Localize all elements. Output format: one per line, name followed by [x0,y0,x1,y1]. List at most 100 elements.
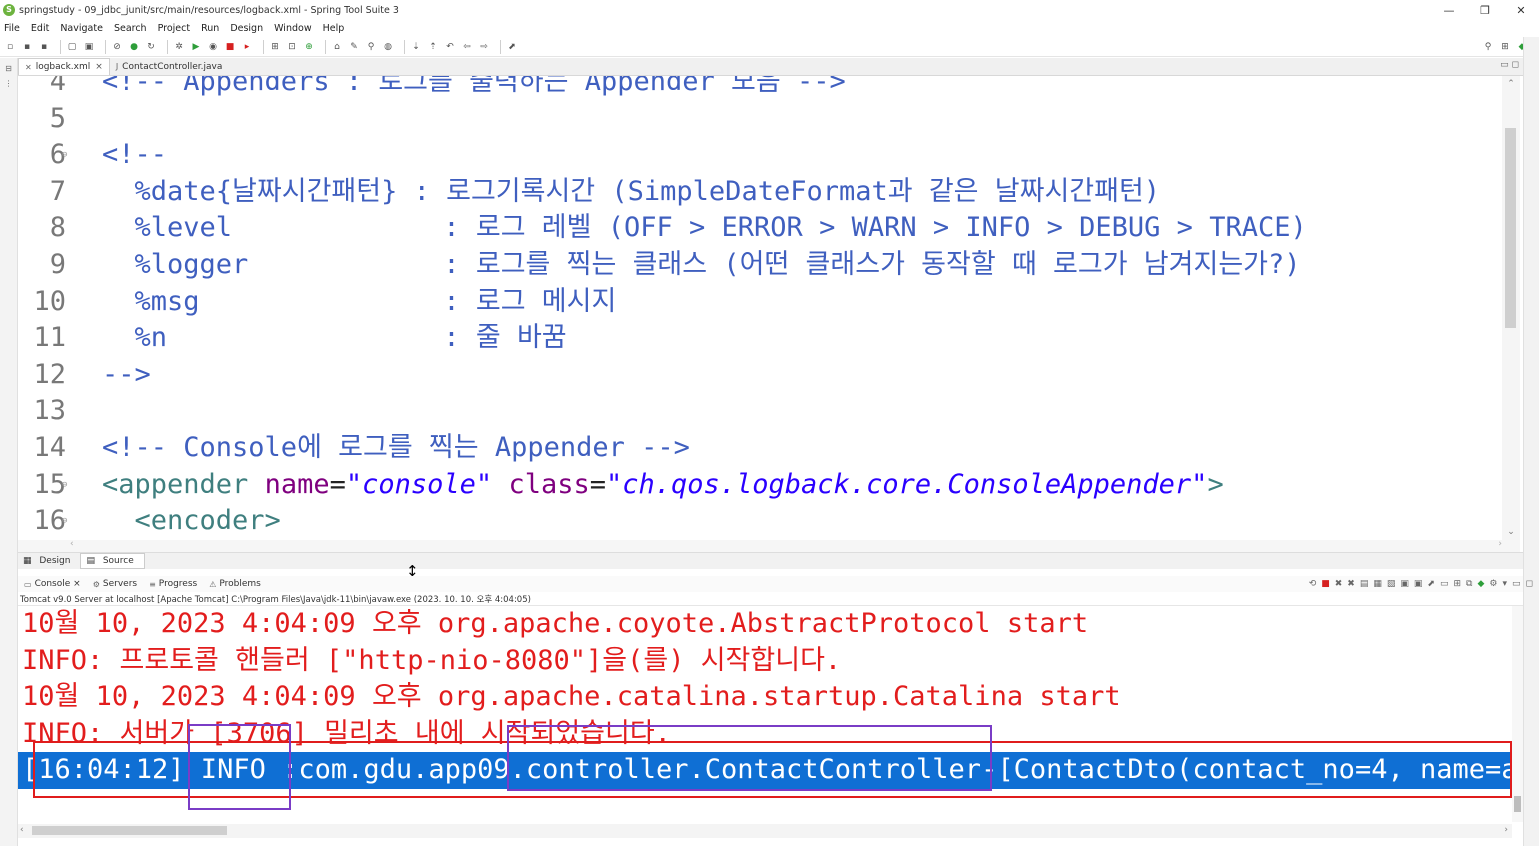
skip-breakpoints-icon[interactable]: ⊘ [111,41,123,53]
pin-editor-icon[interactable]: ⬈ [506,41,518,53]
spring-boot-icon[interactable]: ● [128,41,140,53]
code-line[interactable]: 8 %level : 로그 레벨 (OFF > ERROR > WARN > I… [18,210,1508,247]
scroll-lock-icon[interactable]: ▦ [1373,579,1382,589]
next-annotation-icon[interactable]: ⇣ [410,41,422,53]
tab-logback-xml[interactable]: ✕ logback.xml × [18,58,110,75]
new-package-icon[interactable]: ⊡ [286,41,298,53]
menu-window[interactable]: Window [274,23,311,34]
spring-icon[interactable]: ◆ [1477,579,1484,589]
search-toolbar-icon[interactable]: ⚲ [365,41,377,53]
fold-toggle-icon[interactable]: ⊖ [62,467,67,504]
remove-all-icon[interactable]: ✖ [1347,579,1355,589]
run-icon[interactable]: ▶ [190,41,202,53]
package-explorer-icon[interactable]: ⋮ [0,79,17,88]
tab-contact-controller[interactable]: J ContactController.java [110,58,229,75]
scroll-left-icon[interactable]: ‹ [20,825,24,835]
settings-icon[interactable]: ⚙ [1489,579,1497,589]
forward-icon[interactable]: ⇨ [478,41,490,53]
reconnect-icon[interactable]: ⟲ [1309,579,1317,589]
scrollbar-thumb[interactable] [1514,796,1521,812]
last-edit-icon[interactable]: ↶ [444,41,456,53]
back-icon[interactable]: ⇦ [461,41,473,53]
coverage-icon[interactable]: ◉ [207,41,219,53]
xml-source-editor[interactable]: 4 <!-- Appenders : 로그를 출력하는 Appender 모음 -… [18,76,1520,540]
tab-design[interactable]: ▦ Design [18,553,80,569]
remove-launch-icon[interactable]: ✖ [1335,579,1343,589]
pin-console-icon[interactable]: ⬈ [1427,579,1435,589]
new-class-icon[interactable]: ⊕ [303,41,315,53]
terminate-icon[interactable]: ■ [1321,579,1330,589]
close-console-icon[interactable]: × [73,579,81,589]
open-task-icon[interactable]: ✎ [348,41,360,53]
menu-design[interactable]: Design [230,23,263,34]
scrollbar-thumb[interactable] [32,826,227,835]
console-line[interactable]: INFO: 프로토콜 핸들러 ["http-nio-8080"]을(를) 시작합… [22,643,841,680]
code-line[interactable]: 4 <!-- Appenders : 로그를 출력하는 Appender 모음 -… [18,76,1508,101]
console-line[interactable]: 10월 10, 2023 4:04:09 오후 org.apache.coyot… [22,606,1088,643]
show-stderr-icon[interactable]: ▣ [1414,579,1423,589]
terminal-icon[interactable]: ▣ [83,41,95,53]
tab-progress[interactable]: ≡ Progress [143,579,203,589]
properties-icon[interactable]: ▢ [66,41,78,53]
save-icon[interactable]: ▪ [21,41,33,53]
fold-toggle-icon[interactable]: ⊖ [62,503,67,540]
code-line[interactable]: 12 --> [18,357,1508,394]
console-line[interactable]: 10월 10, 2023 4:04:09 오후 org.apache.catal… [22,679,1121,716]
editor-horizontal-scrollbar[interactable]: ‹ › [18,539,1520,552]
copy-icon[interactable]: ⧉ [1466,579,1472,589]
code-line[interactable]: 9 %logger : 로그를 찍는 클래스 (어떤 클래스가 동작할 때 로그… [18,247,1508,284]
show-stdout-icon[interactable]: ▣ [1400,579,1409,589]
open-console-icon[interactable]: ⊞ [1453,579,1461,589]
minimize-button[interactable]: — [1431,0,1467,20]
menu-help[interactable]: Help [323,23,345,34]
menu-file[interactable]: File [4,23,20,34]
view-menu-icon[interactable]: ▾ [1502,579,1507,589]
new-icon[interactable]: ▫ [4,41,16,53]
code-line[interactable]: 13 [18,393,1508,430]
code-line[interactable]: 11 %n : 줄 바꿈 [18,320,1508,357]
tab-source[interactable]: ▤ Source [80,553,145,569]
debug-icon[interactable]: ✲ [173,41,185,53]
tab-console[interactable]: ▭ Console × [18,579,87,589]
open-perspective-icon[interactable]: ⊞ [1499,41,1511,53]
scroll-left-icon[interactable]: ‹ [70,539,74,549]
scroll-down-icon[interactable]: ⌄ [1502,524,1520,540]
restore-view-icon[interactable]: ⊟ [0,64,17,73]
previous-annotation-icon[interactable]: ⇡ [427,41,439,53]
external-tools-icon[interactable]: ▸ [241,41,253,53]
menu-search[interactable]: Search [114,23,147,34]
tab-servers[interactable]: ⚙ Servers [87,579,143,589]
minimize-maximize-icons[interactable]: ▭ ◻ [1500,60,1519,70]
code-line[interactable]: 10 %msg : 로그 메시지 [18,284,1508,321]
fold-toggle-icon[interactable]: ⊖ [62,137,67,174]
menu-project[interactable]: Project [158,23,191,34]
open-type-icon[interactable]: ⌂ [331,41,343,53]
editor-vertical-scrollbar[interactable]: ⌃ ⌄ [1502,76,1520,540]
console-horizontal-scrollbar[interactable]: ‹ › [18,824,1512,838]
stop-icon[interactable]: ■ [224,41,236,53]
minimize-view-icon[interactable]: ▭ [1512,579,1521,589]
tab-problems[interactable]: ⚠ Problems [203,579,267,589]
restore-button[interactable]: ❐ [1467,0,1503,20]
scroll-up-icon[interactable]: ⌃ [1502,76,1520,92]
clear-console-icon[interactable]: ▤ [1360,579,1369,589]
code-line[interactable]: 15 ⊖ <appender name="console" class="ch.qo… [18,467,1508,504]
code-line[interactable]: 5 [18,101,1508,138]
code-line[interactable]: 7 %date{날짜시간패턴} : 로그기록시간 (SimpleDateForm… [18,174,1508,211]
save-all-icon[interactable]: ▪ [38,41,50,53]
code-line[interactable]: 6 ⊖ <!-- [18,137,1508,174]
display-console-icon[interactable]: ▭ [1440,579,1449,589]
web-browser-icon[interactable]: ◍ [382,41,394,53]
word-wrap-icon[interactable]: ▧ [1387,579,1396,589]
maximize-view-icon[interactable]: ◻ [1526,579,1533,589]
scroll-right-icon[interactable]: › [1498,539,1502,549]
menu-run[interactable]: Run [201,23,219,34]
close-button[interactable]: ✕ [1503,0,1539,20]
menu-navigate[interactable]: Navigate [60,23,103,34]
code-line[interactable]: 14 <!-- Console에 로그를 찍는 Appender --> [18,430,1508,467]
new-java-project-icon[interactable]: ⊞ [269,41,281,53]
scroll-right-icon[interactable]: › [1504,825,1508,835]
menu-edit[interactable]: Edit [31,23,49,34]
code-line[interactable]: 16 ⊖ <encoder> [18,503,1508,540]
quick-access-search-icon[interactable]: ⚲ [1482,41,1494,53]
